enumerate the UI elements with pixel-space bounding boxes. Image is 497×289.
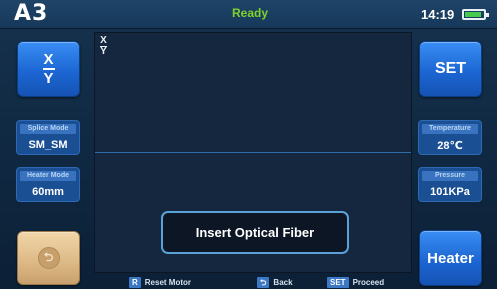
- heater-mode-label: Heater Mode: [20, 171, 76, 181]
- hint-back: ⮌ Back: [257, 276, 293, 288]
- temperature-box: Temperature 28℃: [418, 120, 482, 155]
- set-key-badge: SET: [327, 276, 349, 288]
- back-button[interactable]: ⮌: [17, 231, 80, 285]
- view-axis-indicator: X Y: [100, 35, 107, 57]
- splice-mode-box[interactable]: Splice Mode SM_SM: [16, 120, 80, 155]
- pressure-box: Pressure 101KPa: [418, 167, 482, 202]
- view-divider: [95, 152, 411, 153]
- reset-key-badge: R: [129, 276, 141, 288]
- set-button[interactable]: SET: [419, 41, 482, 97]
- brand-logo: A3: [14, 1, 49, 26]
- heater-button[interactable]: Heater: [419, 230, 482, 286]
- xy-button-bottom: Y: [43, 70, 54, 87]
- fiber-camera-view: X Y Insert Optical Fiber: [94, 32, 412, 273]
- undo-icon: ⮌: [37, 247, 60, 269]
- clock: 14:19: [421, 7, 455, 22]
- hint-proceed: SET Proceed: [327, 276, 384, 288]
- pressure-value: 101KPa: [430, 186, 470, 198]
- view-axis-top: X: [100, 35, 107, 46]
- back-key-badge: ⮌: [257, 276, 270, 288]
- fusion-splicer-screen: A3 Ready 14:19 X Y Splice Mode SM_SM Hea…: [0, 0, 497, 289]
- temperature-value: 28℃: [437, 140, 463, 152]
- xy-button-top: X: [43, 51, 54, 68]
- battery-tip: [486, 13, 489, 17]
- xy-view-button[interactable]: X Y: [17, 41, 80, 97]
- pressure-label: Pressure: [422, 171, 478, 181]
- hint-reset-motor: R Reset Motor: [129, 276, 191, 288]
- battery-fill: [465, 12, 481, 17]
- status-text: Ready: [231, 6, 269, 20]
- back-hint-text: Back: [273, 277, 293, 287]
- insert-fiber-message: Insert Optical Fiber: [161, 211, 349, 254]
- xy-icon: X Y: [42, 51, 55, 87]
- battery-icon: [462, 9, 489, 20]
- view-axis-bottom: Y: [100, 46, 107, 57]
- top-bar: A3 Ready 14:19: [0, 0, 497, 29]
- temperature-label: Temperature: [422, 124, 478, 134]
- heater-mode-value: 60mm: [32, 186, 64, 198]
- proceed-hint-text: Proceed: [352, 277, 385, 287]
- reset-hint-text: Reset Motor: [144, 277, 192, 287]
- splice-mode-label: Splice Mode: [20, 124, 76, 134]
- splice-mode-value: SM_SM: [28, 139, 68, 151]
- heater-mode-box[interactable]: Heater Mode 60mm: [16, 167, 80, 202]
